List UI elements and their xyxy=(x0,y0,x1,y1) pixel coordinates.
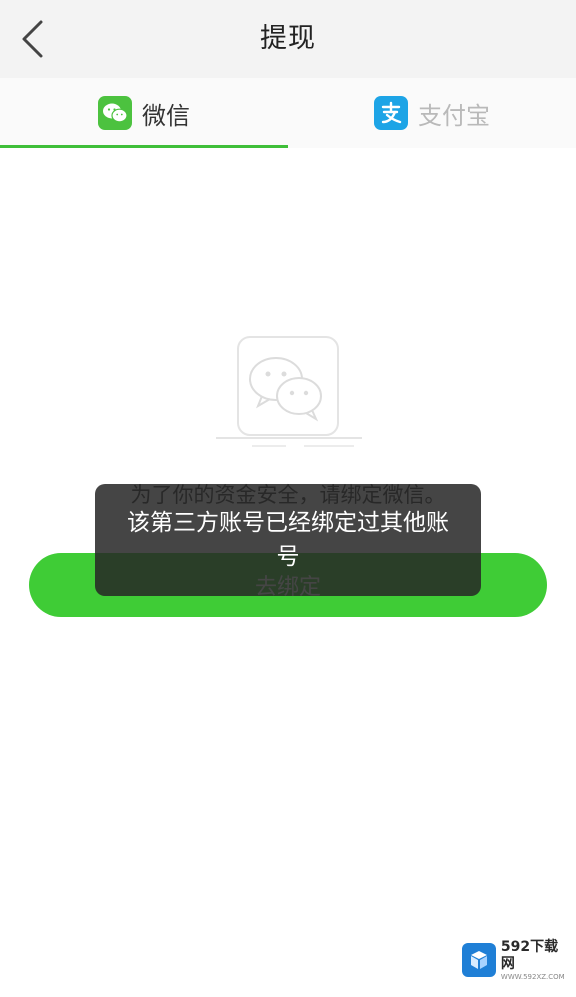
alipay-icon xyxy=(374,96,408,130)
tab-alipay-label: 支付宝 xyxy=(418,101,490,130)
toast-message: 该第三方账号已经绑定过其他账号 xyxy=(95,484,481,596)
chevron-left-icon xyxy=(22,20,43,58)
header-bar: 提现 xyxy=(0,0,576,78)
tab-indicator xyxy=(0,145,288,148)
tab-wechat-label: 微信 xyxy=(142,101,190,130)
tab-wechat[interactable]: 微信 xyxy=(0,78,288,148)
toast-text: 该第三方账号已经绑定过其他账号 xyxy=(127,510,449,570)
site-watermark: 592下载网 WWW.592XZ.COM xyxy=(462,938,572,981)
back-button[interactable] xyxy=(8,14,56,64)
watermark-brand: 592下载网 xyxy=(500,938,559,972)
wechat-outline-icon xyxy=(216,336,362,447)
watermark-url: WWW.592XZ.COM xyxy=(500,972,565,981)
cube-logo-icon xyxy=(462,943,496,977)
tab-alipay[interactable]: 支付宝 xyxy=(288,78,576,148)
withdraw-screen: 提现 微信 支付宝 该第三方账号已经绑定过其他账号 592下载网 WWW.592… xyxy=(0,0,576,997)
payment-tabs: 微信 支付宝 xyxy=(0,78,576,148)
wechat-icon xyxy=(98,96,132,130)
page-title: 提现 xyxy=(260,23,316,54)
wechat-placeholder xyxy=(214,334,364,459)
